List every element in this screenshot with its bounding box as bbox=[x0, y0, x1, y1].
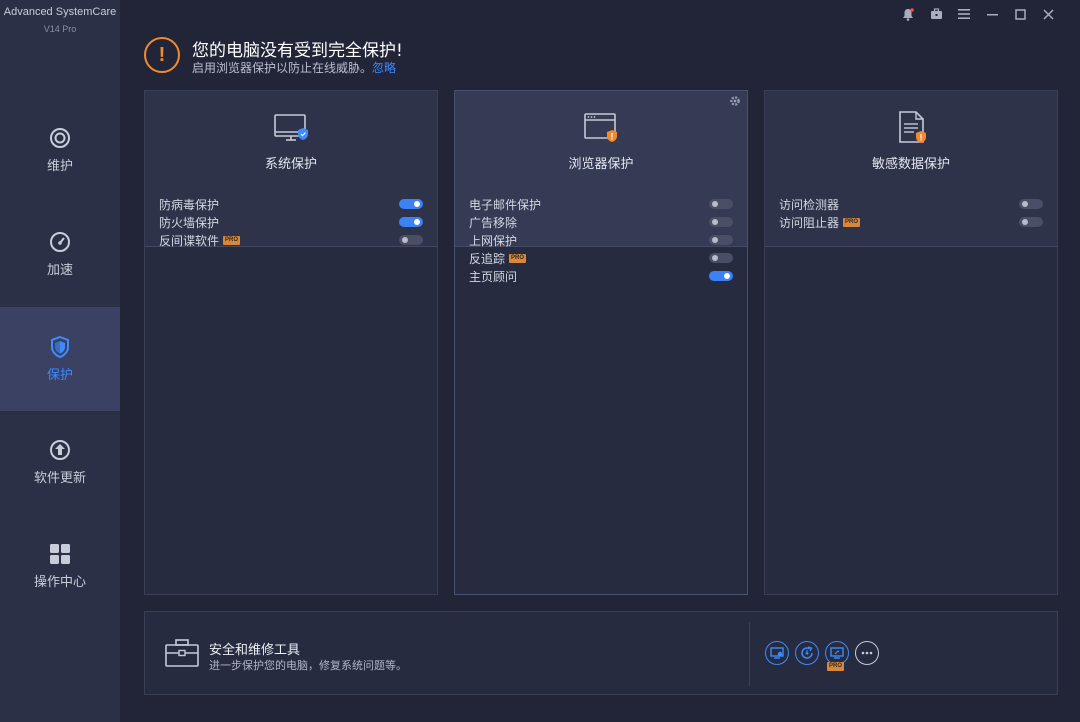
toggle-label: 防火墙保护 bbox=[159, 215, 220, 230]
screen-pro-tool-button[interactable]: PRO bbox=[825, 641, 849, 671]
card-header: 敏感数据保护 访问检测器 访问阻止器 PRO bbox=[765, 91, 1057, 247]
menu-icon[interactable] bbox=[956, 6, 972, 22]
grid-icon bbox=[48, 542, 72, 566]
sidebar-item-label: 操作中心 bbox=[33, 575, 86, 590]
minimize-icon[interactable] bbox=[984, 6, 1000, 22]
homepage-advisor-toggle[interactable] bbox=[709, 271, 733, 281]
monitor-shield-icon bbox=[272, 109, 310, 147]
document-warning-icon bbox=[892, 109, 930, 147]
gear-icon[interactable] bbox=[728, 95, 742, 109]
monitor-tool-button[interactable] bbox=[765, 641, 789, 665]
toggle-row: 广告移除 bbox=[469, 213, 733, 231]
more-tools-button[interactable] bbox=[855, 641, 879, 665]
alert-subtitle-text: 启用浏览器保护以防止在线威胁。 bbox=[192, 61, 373, 75]
alert-subtitle: 启用浏览器保护以防止在线威胁。忽略 bbox=[192, 59, 396, 76]
more-icon bbox=[861, 651, 873, 655]
app-version: V14 Pro bbox=[43, 24, 77, 34]
toggle-label: 电子邮件保护 bbox=[469, 197, 542, 212]
antivirus-toggle[interactable] bbox=[399, 199, 423, 209]
pro-badge: PRO bbox=[509, 253, 527, 263]
tools-panel: 安全和维修工具 进一步保护您的电脑，修复系统问题等。 PRO bbox=[144, 611, 1058, 695]
card-header: 系统保护 防病毒保护 防火墙保护 反间谍软件 PRO bbox=[145, 91, 437, 249]
card-system-protection: 系统保护 防病毒保护 防火墙保护 反间谍软件 PRO bbox=[144, 90, 438, 595]
card-title: 浏览器保护 bbox=[568, 157, 634, 172]
bell-icon[interactable] bbox=[900, 6, 916, 22]
sidebar-item-label: 软件更新 bbox=[33, 471, 86, 486]
browser-warning-icon bbox=[582, 109, 620, 147]
tools-subtitle: 进一步保护您的电脑，修复系统问题等。 bbox=[209, 659, 407, 672]
exclamation-icon: ! bbox=[144, 37, 180, 73]
speedometer-icon bbox=[48, 230, 72, 254]
pro-badge: PRO bbox=[827, 662, 845, 671]
maintain-icon bbox=[48, 126, 72, 150]
toggle-row: 访问检测器 bbox=[779, 195, 1043, 213]
divider bbox=[749, 622, 750, 686]
sidebar-item-label: 保护 bbox=[46, 368, 73, 383]
toggle-row: 防火墙保护 bbox=[159, 213, 423, 231]
surfing-protection-toggle[interactable] bbox=[709, 235, 733, 245]
sidebar-item-label: 维护 bbox=[46, 159, 73, 174]
sidebar-item-software-update[interactable]: 软件更新 bbox=[0, 410, 120, 514]
sidebar-item-speedup[interactable]: 加速 bbox=[0, 202, 120, 306]
card-title: 敏感数据保护 bbox=[871, 157, 950, 172]
card-header: 浏览器保护 电子邮件保护 广告移除 上网保护 bbox=[455, 91, 747, 249]
toggle-label: 访问检测器 bbox=[779, 197, 840, 212]
app-name: Advanced SystemCare bbox=[3, 6, 117, 18]
alert-title: 您的电脑没有受到完全保护! bbox=[192, 41, 403, 61]
antispyware-toggle[interactable] bbox=[399, 235, 423, 245]
toggle-row: 反间谍软件 PRO bbox=[159, 231, 423, 249]
refresh-tool-button[interactable] bbox=[795, 641, 819, 665]
shield-icon bbox=[48, 335, 72, 359]
toggle-label: 防病毒保护 bbox=[159, 197, 220, 212]
toggle-label-wrap: 访问阻止器 PRO bbox=[779, 214, 861, 231]
brand: Advanced SystemCare V14 Pro bbox=[0, 6, 120, 34]
access-detector-toggle[interactable] bbox=[1019, 199, 1043, 209]
toggle-label: 主页顾问 bbox=[469, 269, 518, 284]
ad-removal-toggle[interactable] bbox=[709, 217, 733, 227]
maximize-icon[interactable] bbox=[1012, 6, 1028, 22]
firewall-toggle[interactable] bbox=[399, 217, 423, 227]
card-sensitive-data-protection: 敏感数据保护 访问检测器 访问阻止器 PRO bbox=[764, 90, 1058, 595]
toggle-row: 电子邮件保护 bbox=[469, 195, 733, 213]
pro-badge: PRO bbox=[843, 217, 861, 227]
monitor-tool-icon bbox=[770, 647, 784, 659]
toggle-label-wrap: 反间谍软件 PRO bbox=[159, 232, 241, 249]
pro-badge: PRO bbox=[223, 235, 241, 245]
toggle-row: 上网保护 bbox=[469, 231, 733, 249]
anti-tracking-toggle[interactable] bbox=[709, 253, 733, 263]
toggle-row: 反追踪 PRO bbox=[469, 249, 733, 267]
email-protection-toggle[interactable] bbox=[709, 199, 733, 209]
close-icon[interactable] bbox=[1040, 6, 1056, 22]
toolbox-icon bbox=[165, 638, 199, 668]
toggle-label: 反追踪 bbox=[469, 251, 506, 266]
toggle-label-wrap: 反追踪 PRO bbox=[469, 250, 527, 267]
sidebar-item-action-center[interactable]: 操作中心 bbox=[0, 514, 120, 618]
window-controls bbox=[900, 6, 1056, 22]
ignore-link[interactable]: 忽略 bbox=[372, 61, 396, 75]
refresh-tool-icon bbox=[801, 646, 813, 659]
toggle-label: 访问阻止器 bbox=[779, 215, 840, 230]
screen-pro-tool-icon bbox=[830, 647, 844, 659]
sidebar-item-protect[interactable]: 保护 bbox=[0, 307, 120, 411]
sidebar: Advanced SystemCare V14 Pro 维护 加速 保护 软件更… bbox=[0, 0, 120, 722]
toggle-label: 上网保护 bbox=[469, 233, 518, 248]
sidebar-item-maintain[interactable]: 维护 bbox=[0, 98, 120, 202]
card-title: 系统保护 bbox=[264, 157, 317, 172]
toggle-label: 反间谍软件 bbox=[159, 233, 220, 248]
access-blocker-toggle[interactable] bbox=[1019, 217, 1043, 227]
tools-title: 安全和维修工具 bbox=[209, 643, 301, 658]
toolbox-icon[interactable] bbox=[928, 6, 944, 22]
upload-arrow-icon bbox=[48, 438, 72, 462]
toggle-row: 主页顾问 bbox=[469, 267, 733, 285]
toggle-label: 广告移除 bbox=[469, 215, 518, 230]
card-browser-protection: 浏览器保护 电子邮件保护 广告移除 上网保护 反追踪 PRO 主页顾问 bbox=[454, 90, 748, 595]
toggle-row: 访问阻止器 PRO bbox=[779, 213, 1043, 231]
toggle-row: 防病毒保护 bbox=[159, 195, 423, 213]
sidebar-item-label: 加速 bbox=[46, 263, 73, 278]
